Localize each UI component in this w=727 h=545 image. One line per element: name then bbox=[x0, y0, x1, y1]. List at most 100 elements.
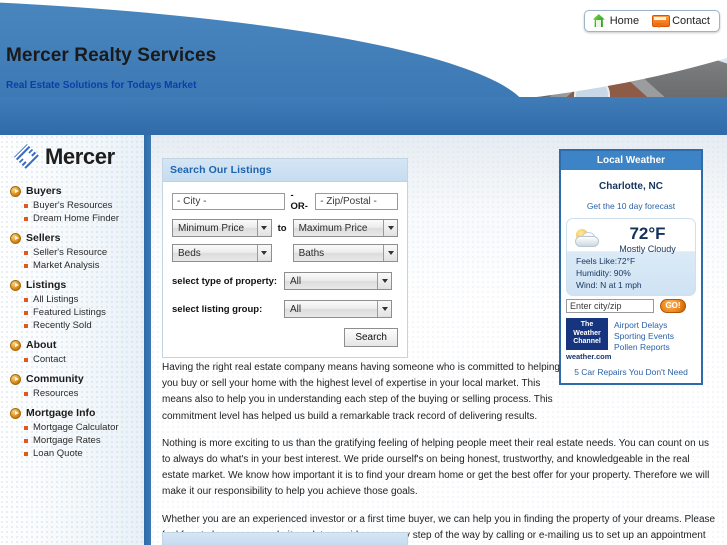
chevron-down-icon bbox=[256, 220, 271, 236]
search-button[interactable]: Search bbox=[344, 328, 398, 347]
sidebar-subitem-contact[interactable]: Contact bbox=[0, 353, 144, 366]
weather-feels-like: Feels Like:72°F bbox=[576, 255, 636, 266]
sidebar-subitem-dream-home-finder[interactable]: Dream Home Finder bbox=[0, 212, 144, 225]
property-type-select[interactable]: All bbox=[284, 272, 392, 290]
sidebar-group-listings: Listings All Listings Featured Listings Rec… bbox=[0, 279, 144, 332]
weather-condition: Mostly Cloudy bbox=[619, 243, 676, 254]
sidebar-group-sellers: Sellers Seller's Resource Market Analysis bbox=[0, 232, 144, 272]
bullet-square-icon bbox=[24, 297, 28, 302]
weather-city-input[interactable]: Enter city/zip bbox=[566, 298, 654, 313]
zip-input[interactable]: - Zip/Postal - bbox=[315, 192, 398, 210]
city-input[interactable]: - City - bbox=[172, 192, 286, 210]
nav-contact-button[interactable]: Contact bbox=[652, 15, 710, 28]
sidebar-item-listings[interactable]: Listings bbox=[0, 279, 144, 293]
sidebar-subitem-label: Resources bbox=[33, 388, 79, 399]
mercer-diamond-logo-icon bbox=[14, 144, 40, 170]
arrow-circle-icon bbox=[10, 373, 21, 385]
sidebar-navigation: Buyers Buyer's Resources Dream Home Finder… bbox=[0, 185, 144, 467]
sidebar-subitem-seller-s-resource[interactable]: Seller's Resource bbox=[0, 246, 144, 259]
sidebar-group-label: Buyers bbox=[26, 185, 62, 197]
sidebar-subitem-resources[interactable]: Resources bbox=[0, 387, 144, 400]
weather-city: Charlotte, NC bbox=[599, 181, 663, 192]
to-label: to bbox=[277, 222, 287, 234]
sidebar-subitem-recently-sold[interactable]: Recently Sold bbox=[0, 319, 144, 332]
search-row-listing-group: select listing group: All bbox=[172, 300, 398, 318]
sidebar-item-mortgage-info[interactable]: Mortgage Info bbox=[0, 407, 144, 421]
weather-current-top: 72°F Mostly Cloudy bbox=[573, 225, 689, 254]
property-type-label: select type of property: bbox=[172, 275, 278, 287]
search-panel-title: Search Our Listings bbox=[163, 159, 407, 182]
weather-link-sporting-events[interactable]: Sporting Events bbox=[614, 331, 674, 341]
sidebar-group-label: Sellers bbox=[26, 232, 61, 244]
bullet-square-icon bbox=[24, 323, 28, 328]
beds-select[interactable]: Beds bbox=[172, 244, 272, 262]
sidebar-subitem-label: All Listings bbox=[33, 294, 79, 305]
min-price-select[interactable]: Minimum Price bbox=[172, 219, 272, 237]
search-button-row: Search bbox=[172, 328, 398, 347]
max-price-value: Maximum Price bbox=[298, 222, 368, 234]
body-paragraph: Nothing is more exciting to us than the … bbox=[162, 437, 710, 498]
weather-link-airport-delays[interactable]: Airport Delays bbox=[614, 320, 674, 330]
brand-line-1: The bbox=[580, 320, 594, 328]
sidebar-group-mortgage-info: Mortgage Info Mortgage Calculator Mortgage… bbox=[0, 407, 144, 460]
sidebar-subitem-label: Market Analysis bbox=[33, 260, 100, 271]
arrow-circle-icon bbox=[10, 279, 21, 291]
weather-city-entry-row: Enter city/zip GO! bbox=[566, 298, 696, 313]
baths-select[interactable]: Baths bbox=[292, 244, 398, 262]
nav-home-button[interactable]: Home bbox=[592, 14, 639, 28]
search-row-property-type: select type of property: All bbox=[172, 272, 398, 290]
search-panel-body: - City - -OR- - Zip/Postal - Minimum Pri… bbox=[163, 182, 407, 357]
search-row-price: Minimum Price to Maximum Price bbox=[172, 219, 398, 237]
arrow-circle-icon bbox=[10, 407, 21, 419]
sidebar-subitem-all-listings[interactable]: All Listings bbox=[0, 293, 144, 306]
sidebar-subitem-buyer-s-resources[interactable]: Buyer's Resources bbox=[0, 199, 144, 212]
weather-go-button[interactable]: GO! bbox=[660, 298, 686, 313]
weather-title: Local Weather bbox=[561, 151, 701, 170]
bullet-square-icon bbox=[24, 357, 28, 362]
chevron-down-icon bbox=[383, 245, 397, 261]
chevron-down-icon bbox=[383, 220, 397, 236]
weather-channel-logo[interactable]: The Weather Channel weather.com bbox=[566, 317, 611, 361]
sidebar-subitem-label: Recently Sold bbox=[33, 320, 92, 331]
sidebar-logo[interactable]: Mercer bbox=[14, 144, 115, 170]
chevron-down-icon bbox=[377, 273, 391, 289]
max-price-select[interactable]: Maximum Price bbox=[292, 219, 398, 237]
sun-behind-cloud-icon bbox=[573, 227, 601, 251]
bullet-square-icon bbox=[24, 438, 28, 443]
weather-humidity: Humidity: 90% bbox=[576, 267, 631, 278]
sidebar-subitem-mortgage-rates[interactable]: Mortgage Rates bbox=[0, 434, 144, 447]
sidebar-subitem-label: Mortgage Calculator bbox=[33, 422, 119, 433]
sidebar-divider bbox=[144, 135, 151, 545]
bullet-square-icon bbox=[24, 263, 28, 268]
sidebar-subitem-mortgage-calculator[interactable]: Mortgage Calculator bbox=[0, 421, 144, 434]
weather-link-pollen-reports[interactable]: Pollen Reports bbox=[614, 342, 674, 352]
sidebar-subitem-market-analysis[interactable]: Market Analysis bbox=[0, 259, 144, 272]
weather-body: Charlotte, NC Get the 10 day forecast 72… bbox=[561, 170, 701, 383]
sidebar-subitem-label: Seller's Resource bbox=[33, 247, 108, 258]
weather-forecast-link[interactable]: Get the 10 day forecast bbox=[566, 201, 696, 211]
top-navigation: Home Contact bbox=[583, 10, 720, 32]
arrow-circle-icon bbox=[10, 232, 21, 244]
sidebar-item-community[interactable]: Community bbox=[0, 373, 144, 387]
weather-current-card: 72°F Mostly Cloudy Feels Like:72°F Humid… bbox=[566, 218, 696, 296]
sidebar-item-buyers[interactable]: Buyers bbox=[0, 185, 144, 199]
sidebar-logo-text: Mercer bbox=[45, 144, 115, 169]
sidebar-group-label: Community bbox=[26, 373, 84, 385]
search-listings-panel: Search Our Listings - City - -OR- - Zip/… bbox=[162, 158, 408, 358]
weather-link-list: Airport Delays Sporting Events Pollen Repo… bbox=[614, 318, 674, 361]
banner-bottom-bar bbox=[0, 97, 727, 135]
min-price-value: Minimum Price bbox=[178, 222, 245, 234]
nav-contact-label: Contact bbox=[672, 15, 710, 27]
main-content: Search Our Listings - City - -OR- - Zip/… bbox=[151, 135, 727, 545]
sidebar-subitem-loan-quote[interactable]: Loan Quote bbox=[0, 447, 144, 460]
sidebar-subitem-featured-listings[interactable]: Featured Listings bbox=[0, 306, 144, 319]
listing-group-select[interactable]: All bbox=[284, 300, 392, 318]
sidebar-group-buyers: Buyers Buyer's Resources Dream Home Finder bbox=[0, 185, 144, 225]
chevron-down-icon bbox=[377, 301, 391, 317]
weather-channel-badge: The Weather Channel bbox=[566, 317, 608, 351]
sidebar-item-sellers[interactable]: Sellers bbox=[0, 232, 144, 246]
bullet-square-icon bbox=[24, 391, 28, 396]
sidebar-subitem-label: Buyer's Resources bbox=[33, 200, 113, 211]
search-row-rooms: Beds to Baths bbox=[172, 244, 398, 262]
sidebar-item-about[interactable]: About bbox=[0, 339, 144, 353]
